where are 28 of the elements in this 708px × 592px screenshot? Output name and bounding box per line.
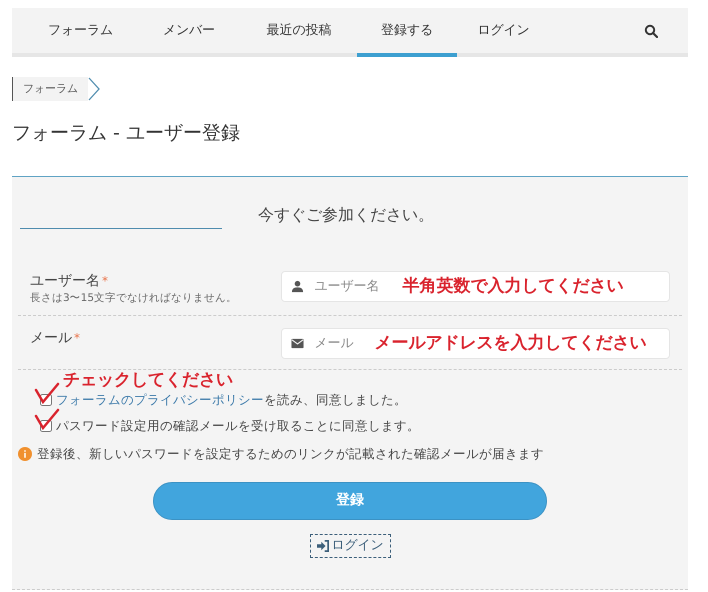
required-mark: * <box>74 330 80 346</box>
form-heading: 今すぐご参加ください。 <box>258 204 434 226</box>
breadcrumb-link[interactable]: フォーラム <box>12 77 88 101</box>
page-title: フォーラム - ユーザー登録 <box>12 121 240 146</box>
annotation-note: 半角英数で入力してください <box>402 278 624 294</box>
nav-tab[interactable]: 最近の投稿 <box>241 8 357 53</box>
annotation-note: メールアドレスを入力してください <box>374 334 647 352</box>
consent-text: パスワード設定用の確認メールを受け取ることに同意します。 <box>56 416 420 434</box>
info-icon <box>18 446 32 460</box>
nav-tab[interactable]: メンバー <box>137 8 241 53</box>
checkbox[interactable] <box>40 420 52 432</box>
checkbox[interactable] <box>40 394 52 406</box>
required-mark: * <box>102 272 108 290</box>
search-icon[interactable] <box>644 24 658 38</box>
field-hint: 長さは3〜15文字でなければなりません。 <box>30 290 238 304</box>
info-text: 登録後、新しいパスワードを設定するためのリンクが記載された確認メールが届きます <box>37 444 544 462</box>
field-label: ユーザー名 <box>30 272 100 290</box>
nav-tab[interactable]: フォーラム <box>24 8 137 53</box>
person-icon <box>290 280 304 292</box>
annotation-note: チェックしてください <box>63 370 233 390</box>
nav-tab[interactable]: ログイン <box>457 8 550 53</box>
field-label: メール <box>30 328 72 348</box>
login-link[interactable]: ログイン <box>310 534 390 558</box>
chevron-icon <box>88 77 100 101</box>
sign-in-icon <box>316 540 328 552</box>
consent-text: フォーラムのプライバシーポリシー を読み、同意しました。 <box>56 390 407 408</box>
privacy-policy-link[interactable]: フォーラムのプライバシーポリシー <box>56 392 264 406</box>
nav-tab[interactable]: 登録する <box>357 8 457 57</box>
